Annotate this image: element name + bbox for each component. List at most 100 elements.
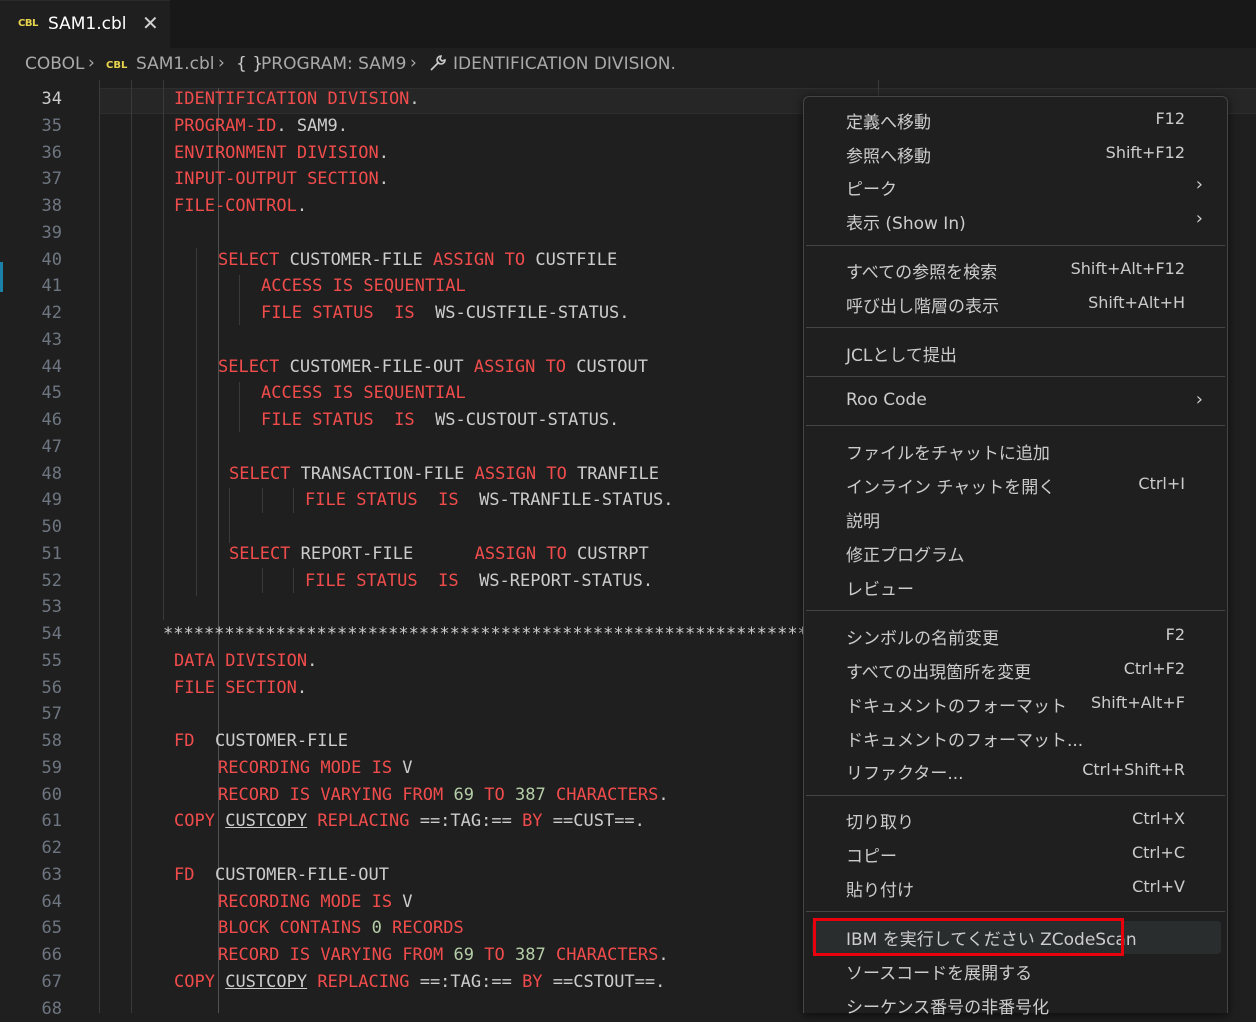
menu-item-go-to-references[interactable]: 参照へ移動 Shift+F12 (804, 138, 1227, 171)
highlight-annotation-box (813, 918, 1124, 956)
code-token: ASSIGN (474, 464, 537, 484)
code-token: TO (484, 945, 505, 965)
menu-shortcut: Ctrl+X (1132, 809, 1185, 828)
indent-guide (262, 568, 263, 593)
menu-item-rename-symbol[interactable]: シンボルの名前変更 F2 (804, 620, 1227, 653)
line-number: 62 (41, 838, 62, 858)
code-token: FD (174, 865, 195, 885)
breadcrumb-program[interactable]: PROGRAM: SAM9 (261, 54, 406, 74)
menu-shortcut: F12 (1155, 109, 1185, 128)
breadcrumb-language[interactable]: COBOL (25, 54, 84, 74)
menu-shortcut: Ctrl+Shift+R (1082, 760, 1185, 779)
code-token: IDENTIFICATION (174, 89, 318, 109)
code-line: PROGRAM-ID. SAM9. (174, 116, 348, 136)
menu-label: すべての出現箇所を変更 (846, 663, 1032, 683)
menu-item-peek[interactable]: ピーク › (804, 171, 1227, 204)
code-token: CUSTOMER-FILE-OUT (194, 865, 389, 885)
code-token: ACCESS (261, 276, 323, 296)
menu-shortcut: Ctrl+C (1131, 843, 1185, 862)
breadcrumb: COBOL › CBL SAM1.cbl › { } PROGRAM: SAM9… (0, 48, 1256, 80)
code-token: WS-CUSTOUT-STATUS. (414, 410, 620, 430)
menu-item-go-to-definition[interactable]: 定義へ移動 F12 (804, 104, 1227, 137)
code-token: CUSTOUT (566, 357, 648, 377)
breadcrumb-file[interactable]: SAM1.cbl (136, 54, 214, 74)
menu-separator (806, 425, 1225, 426)
menu-item-unnumber-sequence[interactable]: シーケンス番号の非番号化 (804, 989, 1227, 1022)
tab-filename: SAM1.cbl (48, 14, 127, 34)
code-token: TO (545, 357, 567, 377)
menu-separator (806, 795, 1225, 796)
code-token: ==:TAG:== (409, 972, 523, 992)
wrench-icon (430, 55, 446, 71)
code-token: TO (546, 544, 567, 564)
code-line: COPY CUSTCOPY REPLACING ==:TAG:== BY ==C… (174, 972, 665, 992)
chevron-right-icon: › (1195, 174, 1203, 195)
line-number: 42 (41, 303, 62, 323)
code-line: SELECT TRANSACTION-FILE ASSIGN TO TRANFI… (229, 464, 659, 484)
line-number: 40 (41, 250, 62, 270)
code-token: FROM (402, 945, 444, 965)
menu-item-refactor[interactable]: リファクター... Ctrl+Shift+R (804, 755, 1227, 788)
menu-item-inline-chat[interactable]: インライン チャットを開く Ctrl+I (804, 469, 1227, 502)
menu-item-add-file-to-chat[interactable]: ファイルをチャットに追加 (804, 435, 1227, 468)
menu-label: Roo Code (846, 390, 927, 410)
menu-item-submit-jcl[interactable]: JCLとして提出 (804, 337, 1227, 370)
menu-item-show-in[interactable]: 表示 (Show In) › (804, 205, 1227, 238)
code-token: VARYING (320, 945, 393, 965)
indent-guide (239, 382, 240, 432)
code-token: TRANFILE (566, 464, 659, 484)
code-line: FILE STATUS IS WS-CUSTFILE-STATUS. (261, 303, 630, 323)
code-token: RECORD (218, 785, 280, 805)
code-token: DIVISION (286, 143, 379, 163)
line-number: 59 (41, 758, 62, 778)
indent-guide (239, 275, 240, 325)
line-number: 56 (41, 678, 62, 698)
close-icon[interactable]: ✕ (142, 11, 159, 35)
menu-item-expand-source[interactable]: ソースコードを展開する (804, 955, 1227, 988)
menu-item-format-document[interactable]: ドキュメントのフォーマット Shift+Alt+F (804, 688, 1227, 721)
menu-item-fix[interactable]: 修正プログラム (804, 537, 1227, 570)
menu-item-find-all-references[interactable]: すべての参照を検索 Shift+Alt+F12 (804, 254, 1227, 287)
code-token: . SAM9. (276, 116, 349, 136)
code-line: ACCESS IS SEQUENTIAL (261, 276, 466, 296)
menu-item-format-document-with[interactable]: ドキュメントのフォーマット... (804, 722, 1227, 755)
indent-guide (131, 80, 132, 1013)
code-token: FILE (261, 303, 302, 323)
line-number: 67 (41, 972, 62, 992)
menu-item-paste[interactable]: 貼り付け Ctrl+V (804, 872, 1227, 905)
code-token: ASSIGN (474, 544, 537, 564)
code-token: WS-CUSTFILE-STATUS. (414, 303, 630, 323)
menu-item-roo-code[interactable]: Roo Code › (804, 386, 1227, 419)
menu-item-change-all-occurrences[interactable]: すべての出現箇所を変更 Ctrl+F2 (804, 654, 1227, 687)
code-line: ****************************************… (163, 624, 803, 644)
context-menu: 定義へ移動 F12 参照へ移動 Shift+F12 ピーク › 表示 (Show In… (803, 96, 1228, 1018)
menu-separator (806, 610, 1225, 611)
menu-item-cut[interactable]: 切り取り Ctrl+X (804, 804, 1227, 837)
line-number: 63 (41, 865, 62, 885)
code-token: INPUT-OUTPUT (174, 169, 297, 189)
code-token: ENVIRONMENT (174, 143, 287, 163)
indent-guide (293, 568, 294, 593)
editor-tab-sam1[interactable]: CBL SAM1.cbl ✕ (0, 0, 170, 48)
ruler-line (878, 80, 879, 96)
code-token: RECORD (218, 945, 280, 965)
code-line: RECORD IS VARYING FROM 69 TO 387 CHARACT… (218, 785, 669, 805)
breadcrumb-division[interactable]: IDENTIFICATION DIVISION. (453, 54, 676, 74)
menu-item-call-hierarchy[interactable]: 呼び出し階層の表示 Shift+Alt+H (804, 288, 1227, 321)
menu-label: 表示 (Show In) (846, 214, 966, 234)
code-token: IS (438, 571, 459, 591)
code-line: FD CUSTOMER-FILE (174, 731, 348, 751)
menu-item-review[interactable]: レビュー (804, 571, 1227, 604)
menu-label: シーケンス番号の非番号化 (846, 998, 1050, 1018)
menu-item-copy[interactable]: コピー Ctrl+C (804, 838, 1227, 871)
line-number: 57 (41, 704, 62, 724)
menu-item-explain[interactable]: 説明 (804, 503, 1227, 536)
